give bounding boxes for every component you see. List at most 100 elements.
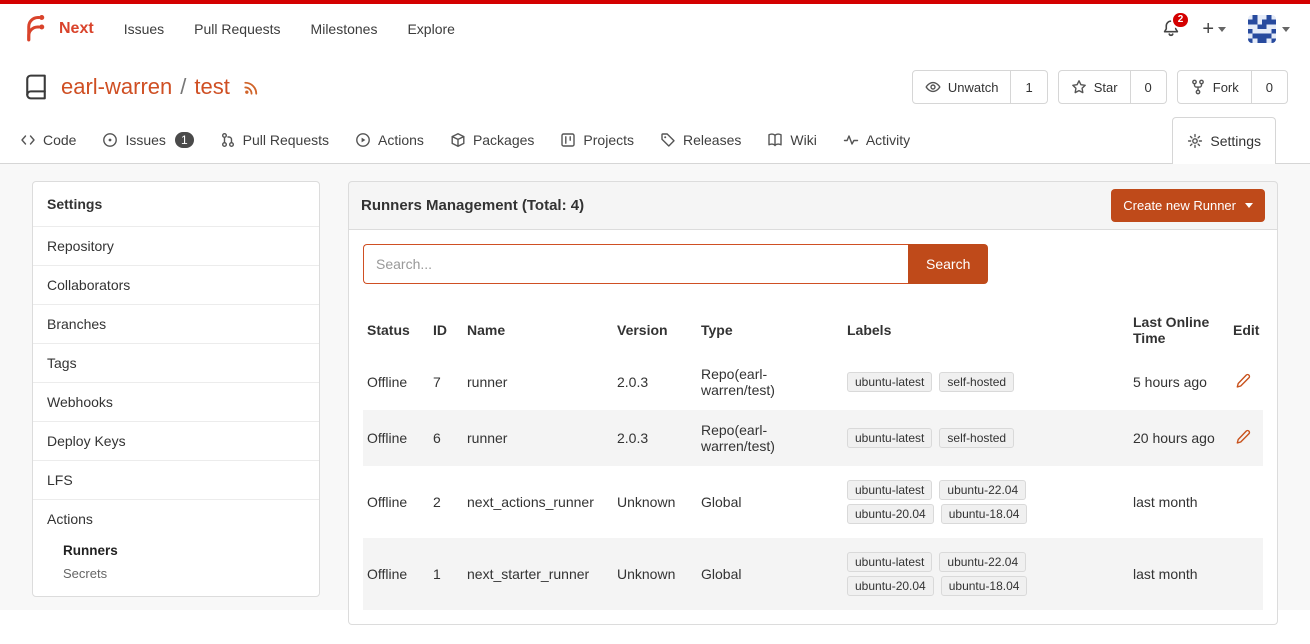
tab-settings[interactable]: Settings xyxy=(1172,117,1276,164)
settings-sidebar: Settings Repository Collaborators Branch… xyxy=(32,181,320,597)
runner-label-chip: ubuntu-18.04 xyxy=(941,504,1028,524)
fork-label: Fork xyxy=(1213,80,1239,95)
forgejo-logo-icon xyxy=(20,13,50,46)
tab-label: Releases xyxy=(683,132,741,148)
search-button[interactable]: Search xyxy=(908,244,988,284)
runner-label-chip: ubuntu-latest xyxy=(847,372,932,392)
runner-label-chip: ubuntu-20.04 xyxy=(847,504,934,524)
repo-separator: / xyxy=(180,74,186,100)
runner-status: Offline xyxy=(363,354,429,410)
sidebar-item-actions[interactable]: Actions xyxy=(33,499,319,538)
repo-owner-link[interactable]: earl-warren xyxy=(61,74,172,100)
col-header-last-online: Last Online Time xyxy=(1129,306,1229,354)
search-bar: Search xyxy=(363,244,991,284)
tab-actions[interactable]: Actions xyxy=(355,116,424,163)
create-runner-button[interactable]: Create new Runner xyxy=(1111,189,1265,222)
project-board-icon xyxy=(560,132,576,148)
rss-feed-icon[interactable] xyxy=(243,78,261,96)
runner-version: Unknown xyxy=(613,466,697,538)
star-label: Star xyxy=(1094,80,1118,95)
tab-label: Issues xyxy=(125,132,165,148)
unwatch-button[interactable]: Unwatch xyxy=(912,70,1012,104)
runner-labels: ubuntu-latest self-hosted xyxy=(843,354,1129,410)
tab-activity[interactable]: Activity xyxy=(843,116,910,163)
nav-item-issues[interactable]: Issues xyxy=(124,21,164,37)
notifications-button[interactable]: 2 xyxy=(1162,19,1180,40)
issue-icon xyxy=(102,132,118,148)
pencil-icon xyxy=(1235,373,1251,392)
tab-projects[interactable]: Projects xyxy=(560,116,634,163)
runner-label-chip: self-hosted xyxy=(939,372,1014,392)
runner-id: 2 xyxy=(429,466,463,538)
repo-name-link[interactable]: test xyxy=(194,74,229,100)
sidebar-item-repository[interactable]: Repository xyxy=(33,226,319,265)
runner-last-online: last month xyxy=(1129,466,1229,538)
tab-releases[interactable]: Releases xyxy=(660,116,741,163)
runner-label-chip: ubuntu-latest xyxy=(847,480,932,500)
tab-label: Actions xyxy=(378,132,424,148)
unwatch-label: Unwatch xyxy=(948,80,999,95)
runner-type: Repo(earl-warren/test) xyxy=(697,410,843,466)
home-link[interactable]: Next xyxy=(20,13,94,46)
search-input[interactable] xyxy=(363,244,908,284)
tab-pull-requests[interactable]: Pull Requests xyxy=(220,116,329,163)
runner-labels: ubuntu-latestubuntu-22.04ubuntu-20.04ubu… xyxy=(843,466,1129,538)
fork-button[interactable]: Fork xyxy=(1177,70,1252,104)
sidebar-item-tags[interactable]: Tags xyxy=(33,343,319,382)
col-header-id: ID xyxy=(429,306,463,354)
sidebar-item-collaborators[interactable]: Collaborators xyxy=(33,265,319,304)
watch-button-group: Unwatch 1 xyxy=(912,70,1048,104)
edit-runner-button[interactable] xyxy=(1233,371,1253,394)
tab-label: Settings xyxy=(1210,133,1261,149)
nav-item-milestones[interactable]: Milestones xyxy=(311,21,378,37)
eye-icon xyxy=(925,79,941,95)
tab-packages[interactable]: Packages xyxy=(450,116,534,163)
settings-page: Settings Repository Collaborators Branch… xyxy=(0,164,1310,610)
nav-item-explore[interactable]: Explore xyxy=(407,21,454,37)
star-button-group: Star 0 xyxy=(1058,70,1167,104)
runner-type: Global xyxy=(697,466,843,538)
sidebar-item-branches[interactable]: Branches xyxy=(33,304,319,343)
sidebar-item-deploy-keys[interactable]: Deploy Keys xyxy=(33,421,319,460)
create-new-menu[interactable]: + xyxy=(1202,18,1226,41)
tab-code[interactable]: Code xyxy=(20,116,76,163)
sidebar-item-lfs[interactable]: LFS xyxy=(33,460,319,499)
table-row: Offline 1 next_starter_runner Unknown Gl… xyxy=(363,538,1263,610)
navbar: Next Issues Pull Requests Milestones Exp… xyxy=(0,4,1310,54)
tab-label: Activity xyxy=(866,132,910,148)
runners-table: Status ID Name Version Type Labels Last … xyxy=(363,306,1263,610)
forks-count[interactable]: 0 xyxy=(1252,70,1288,104)
tab-label: Packages xyxy=(473,132,534,148)
tag-icon xyxy=(660,132,676,148)
runner-last-online: last month xyxy=(1129,538,1229,610)
runner-labels: ubuntu-latestubuntu-22.04ubuntu-20.04ubu… xyxy=(843,538,1129,610)
edit-runner-button[interactable] xyxy=(1233,427,1253,450)
col-header-name: Name xyxy=(463,306,613,354)
runners-table-body: Offline 7 runner 2.0.3 Repo(earl-warren/… xyxy=(363,354,1263,610)
runner-label-chip: ubuntu-latest xyxy=(847,552,932,572)
runner-type: Global xyxy=(697,538,843,610)
runner-name: next_actions_runner xyxy=(463,466,613,538)
user-menu[interactable] xyxy=(1248,15,1290,43)
tab-issues[interactable]: Issues 1 xyxy=(102,116,193,163)
sidebar-item-webhooks[interactable]: Webhooks xyxy=(33,382,319,421)
package-icon xyxy=(450,132,466,148)
panel-body: Search Status ID Name Version Type Label… xyxy=(348,230,1278,625)
sidebar-item-runners[interactable]: Runners xyxy=(63,538,305,561)
fork-button-group: Fork 0 xyxy=(1177,70,1288,104)
runner-label-chip: ubuntu-18.04 xyxy=(941,576,1028,596)
actions-sub-menu: Runners Secrets xyxy=(33,538,319,596)
runner-type: Repo(earl-warren/test) xyxy=(697,354,843,410)
star-button[interactable]: Star xyxy=(1058,70,1131,104)
repo-header: earl-warren / test Unwatch 1 xyxy=(0,54,1310,116)
runner-version: 2.0.3 xyxy=(613,410,697,466)
notification-count-badge: 2 xyxy=(1171,11,1191,29)
stars-count[interactable]: 0 xyxy=(1131,70,1167,104)
col-header-labels: Labels xyxy=(843,306,1129,354)
nav-item-pull-requests[interactable]: Pull Requests xyxy=(194,21,280,37)
sidebar-item-secrets[interactable]: Secrets xyxy=(63,561,305,584)
tab-wiki[interactable]: Wiki xyxy=(767,116,816,163)
col-header-status: Status xyxy=(363,306,429,354)
watchers-count[interactable]: 1 xyxy=(1011,70,1047,104)
book-icon xyxy=(767,132,783,148)
